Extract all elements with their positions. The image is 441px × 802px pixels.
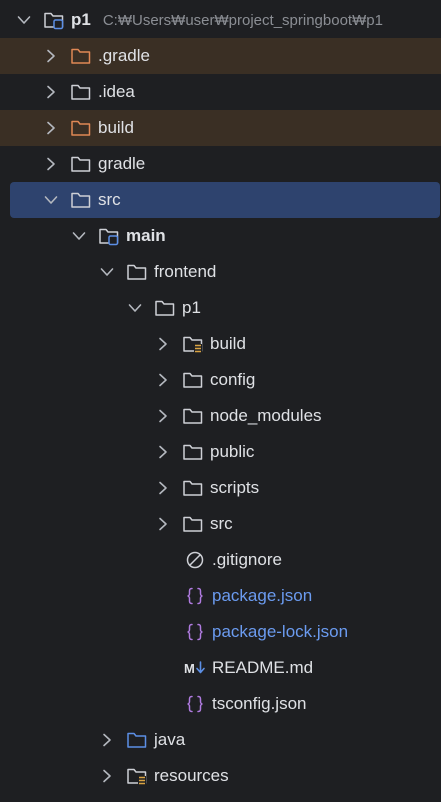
- chevron-right-icon[interactable]: [43, 48, 59, 64]
- folder-module-icon: [98, 226, 120, 246]
- chevron-down-icon[interactable]: [16, 12, 32, 28]
- tree-row-frontend[interactable]: frontend: [0, 254, 441, 290]
- tree-row-java[interactable]: java: [0, 722, 441, 758]
- tree-row-main[interactable]: main: [0, 218, 441, 254]
- folder-icon: [182, 406, 204, 426]
- tree-item-label: java: [154, 730, 186, 749]
- tree-row-tsconfig-json[interactable]: tsconfig.json: [0, 686, 441, 722]
- folder-icon: [182, 370, 204, 390]
- folder-icon: [182, 478, 204, 498]
- folder-excluded-icon: [70, 46, 92, 66]
- tree-row-frontend-src[interactable]: src: [0, 506, 441, 542]
- chevron-right-icon[interactable]: [155, 408, 171, 424]
- folder-icon: [182, 514, 204, 534]
- tree-row-gitignore[interactable]: .gitignore: [0, 542, 441, 578]
- chevron-right-icon[interactable]: [155, 444, 171, 460]
- tree-item-label: tsconfig.json: [212, 694, 307, 713]
- tree-item-label: p1: [182, 298, 201, 317]
- folder-icon: [154, 298, 176, 318]
- tree-row-idea[interactable]: .idea: [0, 74, 441, 110]
- tree-row-build[interactable]: build: [0, 110, 441, 146]
- markdown-file-icon: [184, 658, 206, 678]
- tree-row-gradle[interactable]: gradle: [0, 146, 441, 182]
- folder-icon: [126, 262, 148, 282]
- chevron-right-icon[interactable]: [155, 372, 171, 388]
- tree-row-node-modules[interactable]: node_modules: [0, 398, 441, 434]
- chevron-down-icon[interactable]: [99, 264, 115, 280]
- tree-row-p1[interactable]: p1: [0, 290, 441, 326]
- tree-row-project-root[interactable]: p1 C:₩Users₩user₩project_springboot₩p1: [0, 2, 441, 38]
- tree-item-label: main: [126, 226, 166, 245]
- project-tree: p1 C:₩Users₩user₩project_springboot₩p1 .…: [0, 0, 441, 802]
- tree-item-label: .idea: [98, 82, 135, 101]
- tree-item-label: node_modules: [210, 406, 322, 425]
- tree-item-label: scripts: [210, 478, 260, 497]
- json-file-icon: [184, 694, 206, 714]
- chevron-right-icon[interactable]: [155, 516, 171, 532]
- project-name: p1: [71, 10, 91, 29]
- tree-item-label: src: [210, 514, 233, 533]
- json-file-icon: [184, 622, 206, 642]
- tree-row-src[interactable]: src: [10, 182, 440, 218]
- tree-item-label: build: [98, 118, 134, 137]
- folder-excluded-icon: [70, 118, 92, 138]
- json-file-icon: [184, 586, 206, 606]
- tree-item-label: config: [210, 370, 256, 389]
- chevron-right-icon[interactable]: [43, 84, 59, 100]
- folder-icon: [70, 82, 92, 102]
- ignore-file-icon: [184, 550, 206, 570]
- tree-row-package-json[interactable]: package.json: [0, 578, 441, 614]
- tree-item-label: README.md: [212, 658, 314, 677]
- chevron-down-icon[interactable]: [127, 300, 143, 316]
- chevron-right-icon[interactable]: [155, 480, 171, 496]
- chevron-down-icon[interactable]: [43, 192, 59, 208]
- chevron-right-icon[interactable]: [99, 768, 115, 784]
- tree-item-label: public: [210, 442, 255, 461]
- folder-resources-icon: [182, 334, 204, 354]
- tree-item-label: .gradle: [98, 46, 150, 65]
- tree-row-package-lock-json[interactable]: package-lock.json: [0, 614, 441, 650]
- tree-item-label: src: [98, 190, 121, 209]
- folder-resources-icon: [126, 766, 148, 786]
- folder-source-icon: [126, 730, 148, 750]
- tree-row-frontend-build[interactable]: build: [0, 326, 441, 362]
- tree-row-scripts[interactable]: scripts: [0, 470, 441, 506]
- tree-item-label: .gitignore: [212, 550, 282, 569]
- tree-row-readme[interactable]: README.md: [0, 650, 441, 686]
- folder-module-icon: [43, 10, 65, 30]
- tree-item-label: frontend: [154, 262, 217, 281]
- tree-item-label: gradle: [98, 154, 146, 173]
- folder-icon: [70, 154, 92, 174]
- folder-icon: [182, 442, 204, 462]
- tree-item-label: build: [210, 334, 246, 353]
- chevron-down-icon[interactable]: [71, 228, 87, 244]
- chevron-right-icon[interactable]: [43, 156, 59, 172]
- tree-row-gradle-hidden[interactable]: .gradle: [0, 38, 441, 74]
- tree-row-public[interactable]: public: [0, 434, 441, 470]
- folder-icon: [70, 190, 92, 210]
- tree-row-config[interactable]: config: [0, 362, 441, 398]
- project-path: C:₩Users₩user₩project_springboot₩p1: [102, 11, 383, 29]
- tree-item-label: resources: [154, 766, 229, 785]
- tree-row-resources[interactable]: resources: [0, 758, 441, 794]
- tree-item-label: package-lock.json: [212, 622, 349, 641]
- tree-item-label: package.json: [212, 586, 313, 605]
- chevron-right-icon[interactable]: [43, 120, 59, 136]
- chevron-right-icon[interactable]: [99, 732, 115, 748]
- chevron-right-icon[interactable]: [155, 336, 171, 352]
